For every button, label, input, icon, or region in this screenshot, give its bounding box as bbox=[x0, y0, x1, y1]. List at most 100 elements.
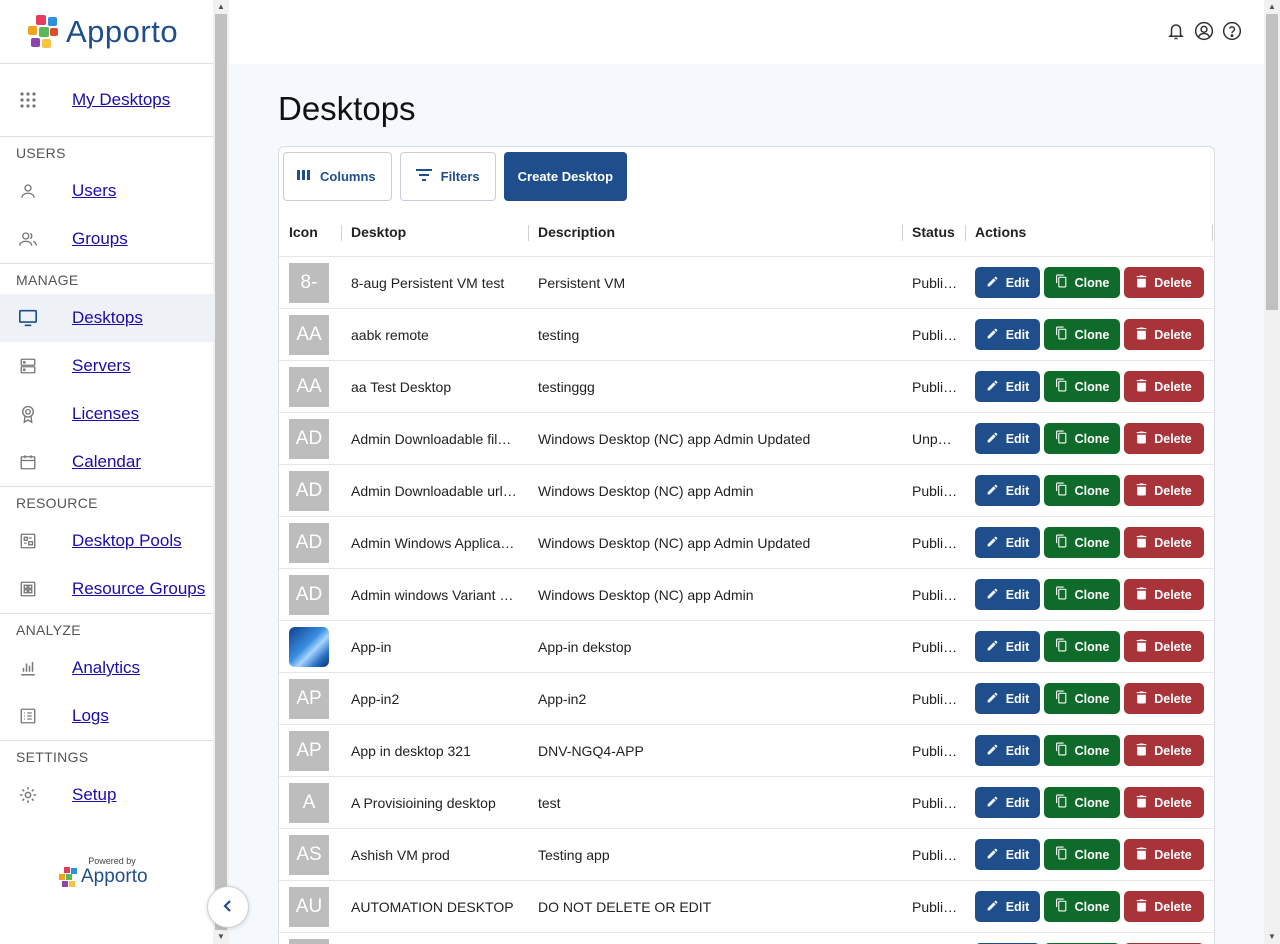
sidebar-item-servers[interactable]: Servers bbox=[0, 342, 213, 390]
table-row[interactable]: AA aa Test Desktop testinggg Publi… Edit… bbox=[279, 361, 1214, 413]
desktop-name-cell[interactable]: Admin Windows Applica… bbox=[351, 517, 523, 569]
table-row[interactable]: AD Admin Downloadable fil… Windows Deskt… bbox=[279, 413, 1214, 465]
desktop-name-cell[interactable]: App-in2 bbox=[351, 673, 523, 725]
table-row[interactable]: AP App in desktop 321 DNV-NGQ4-APP Publi… bbox=[279, 725, 1214, 777]
scroll-up-arrow-icon[interactable]: ▲ bbox=[213, 0, 229, 14]
edit-button[interactable]: Edit bbox=[975, 579, 1040, 610]
table-row[interactable]: AD Admin Downloadable url… Windows Deskt… bbox=[279, 465, 1214, 517]
table-row[interactable]: AS Ashish VM prod Testing app Publi… Edi… bbox=[279, 829, 1214, 881]
page-scroll-thumb[interactable] bbox=[1266, 14, 1278, 310]
column-separator[interactable] bbox=[341, 225, 342, 241]
clone-button[interactable]: Clone bbox=[1044, 527, 1120, 558]
desktop-name-cell[interactable]: A Provisioining desktop bbox=[351, 777, 523, 829]
table-row[interactable]: A A Provisioining desktop test Publi… Ed… bbox=[279, 777, 1214, 829]
delete-button[interactable]: Delete bbox=[1124, 735, 1204, 766]
sidebar-item-analytics[interactable]: Analytics bbox=[0, 644, 213, 692]
edit-button[interactable]: Edit bbox=[975, 423, 1040, 454]
desktop-name-cell[interactable]: aa Test Desktop bbox=[351, 361, 523, 413]
clone-button[interactable]: Clone bbox=[1044, 579, 1120, 610]
table-row[interactable] bbox=[279, 933, 1214, 944]
sidebar-item-calendar[interactable]: Calendar bbox=[0, 438, 213, 486]
sidebar-item-setup[interactable]: Setup bbox=[0, 771, 213, 819]
column-header-desktop[interactable]: Desktop bbox=[351, 207, 406, 257]
clone-button[interactable]: Clone bbox=[1044, 423, 1120, 454]
apporto-logo[interactable]: Apporto bbox=[0, 0, 213, 64]
table-row[interactable]: AP App-in2 App-in2 Publi… Edit Clone Del… bbox=[279, 673, 1214, 725]
delete-button[interactable]: Delete bbox=[1124, 475, 1204, 506]
edit-button[interactable]: Edit bbox=[975, 631, 1040, 662]
table-row[interactable]: AU AUTOMATION DESKTOP DO NOT DELETE OR E… bbox=[279, 881, 1214, 933]
clone-button[interactable]: Clone bbox=[1044, 735, 1120, 766]
desktop-name-cell[interactable]: 8-aug Persistent VM test bbox=[351, 257, 523, 309]
desktop-name-cell[interactable]: App in desktop 321 bbox=[351, 725, 523, 777]
sidebar-item-my-desktops[interactable]: My Desktops bbox=[0, 64, 213, 136]
scroll-down-arrow-icon[interactable]: ▼ bbox=[213, 930, 229, 944]
edit-button[interactable]: Edit bbox=[975, 267, 1040, 298]
column-separator[interactable] bbox=[965, 225, 966, 241]
sidebar-item-groups[interactable]: Groups bbox=[0, 215, 213, 263]
delete-button[interactable]: Delete bbox=[1124, 423, 1204, 454]
account-icon[interactable] bbox=[1194, 21, 1214, 41]
column-header-icon[interactable]: Icon bbox=[289, 207, 318, 257]
delete-button[interactable]: Delete bbox=[1124, 579, 1204, 610]
table-row[interactable]: 8- 8-aug Persistent VM test Persistent V… bbox=[279, 257, 1214, 309]
table-row[interactable]: AD Admin Windows Applica… Windows Deskto… bbox=[279, 517, 1214, 569]
collapse-sidebar-button[interactable] bbox=[207, 886, 249, 928]
sidebar-item-licenses[interactable]: Licenses bbox=[0, 390, 213, 438]
column-separator[interactable] bbox=[1212, 225, 1213, 241]
delete-button[interactable]: Delete bbox=[1124, 371, 1204, 402]
column-separator[interactable] bbox=[902, 225, 903, 241]
edit-button[interactable]: Edit bbox=[975, 319, 1040, 350]
delete-button[interactable]: Delete bbox=[1124, 527, 1204, 558]
edit-button[interactable]: Edit bbox=[975, 527, 1040, 558]
edit-button[interactable]: Edit bbox=[975, 839, 1040, 870]
edit-button[interactable]: Edit bbox=[975, 371, 1040, 402]
delete-button[interactable]: Delete bbox=[1124, 319, 1204, 350]
sidebar-scroll-thumb[interactable] bbox=[215, 14, 227, 930]
edit-button[interactable]: Edit bbox=[975, 891, 1040, 922]
sidebar-item-users[interactable]: Users bbox=[0, 167, 213, 215]
edit-button[interactable]: Edit bbox=[975, 735, 1040, 766]
edit-button[interactable]: Edit bbox=[975, 787, 1040, 818]
create-desktop-button[interactable]: Create Desktop bbox=[503, 152, 628, 201]
table-row[interactable]: AD Admin windows Variant … Windows Deskt… bbox=[279, 569, 1214, 621]
sidebar-scrollbar[interactable]: ▲ ▼ bbox=[213, 0, 229, 944]
help-icon[interactable] bbox=[1222, 21, 1242, 41]
clone-button[interactable]: Clone bbox=[1044, 319, 1120, 350]
columns-button[interactable]: Columns bbox=[283, 152, 392, 201]
scroll-up-arrow-icon[interactable]: ▲ bbox=[1264, 0, 1280, 14]
column-header-actions[interactable]: Actions bbox=[975, 207, 1026, 257]
table-row[interactable]: AA aabk remote testing Publi… Edit Clone… bbox=[279, 309, 1214, 361]
clone-button[interactable]: Clone bbox=[1044, 683, 1120, 714]
delete-button[interactable]: Delete bbox=[1124, 891, 1204, 922]
desktop-name-cell[interactable]: Admin windows Variant … bbox=[351, 569, 523, 621]
sidebar-item-resource-groups[interactable]: Resource Groups bbox=[0, 565, 213, 613]
clone-button[interactable]: Clone bbox=[1044, 475, 1120, 506]
edit-button[interactable]: Edit bbox=[975, 475, 1040, 506]
sidebar-item-logs[interactable]: Logs bbox=[0, 692, 213, 740]
desktop-name-cell[interactable]: App-in bbox=[351, 621, 523, 673]
delete-button[interactable]: Delete bbox=[1124, 631, 1204, 662]
desktop-name-cell[interactable]: Admin Downloadable fil… bbox=[351, 413, 523, 465]
desktop-name-cell[interactable]: Admin Downloadable url… bbox=[351, 465, 523, 517]
desktop-name-cell[interactable]: aabk remote bbox=[351, 309, 523, 361]
clone-button[interactable]: Clone bbox=[1044, 371, 1120, 402]
delete-button[interactable]: Delete bbox=[1124, 839, 1204, 870]
page-scrollbar[interactable]: ▲ ▼ bbox=[1264, 0, 1280, 944]
desktop-name-cell[interactable]: AUTOMATION DESKTOP bbox=[351, 881, 523, 933]
filters-button[interactable]: Filters bbox=[399, 152, 496, 201]
sidebar-item-desktop-pools[interactable]: Desktop Pools bbox=[0, 517, 213, 565]
sidebar-item-desktops[interactable]: Desktops bbox=[0, 294, 213, 342]
desktop-name-cell[interactable]: Ashish VM prod bbox=[351, 829, 523, 881]
clone-button[interactable]: Clone bbox=[1044, 631, 1120, 662]
delete-button[interactable]: Delete bbox=[1124, 267, 1204, 298]
edit-button[interactable]: Edit bbox=[975, 683, 1040, 714]
column-header-status[interactable]: Status bbox=[912, 207, 955, 257]
delete-button[interactable]: Delete bbox=[1124, 683, 1204, 714]
bell-icon[interactable] bbox=[1166, 21, 1186, 41]
delete-button[interactable]: Delete bbox=[1124, 787, 1204, 818]
clone-button[interactable]: Clone bbox=[1044, 891, 1120, 922]
column-separator[interactable] bbox=[528, 225, 529, 241]
clone-button[interactable]: Clone bbox=[1044, 787, 1120, 818]
clone-button[interactable]: Clone bbox=[1044, 839, 1120, 870]
